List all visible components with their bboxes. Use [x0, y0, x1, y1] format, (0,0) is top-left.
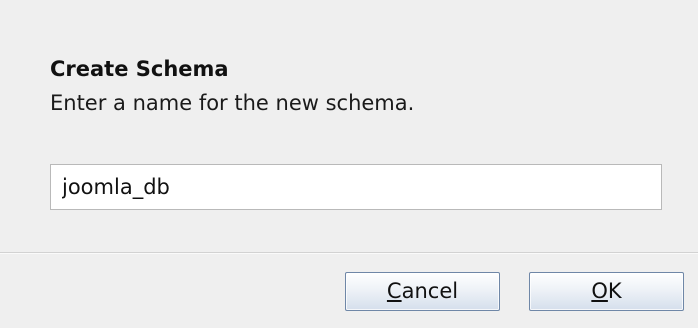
cancel-button[interactable]: Cancel: [345, 272, 500, 311]
cancel-label-rest: ancel: [401, 279, 459, 303]
ok-button[interactable]: OK: [529, 272, 684, 311]
schema-name-input[interactable]: [50, 164, 662, 210]
dialog-header: Create Schema Enter a name for the new s…: [0, 0, 698, 248]
ok-label-rest: K: [607, 279, 622, 303]
create-schema-dialog: Create Schema Enter a name for the new s…: [0, 0, 698, 328]
dialog-message: Enter a name for the new schema.: [50, 91, 415, 115]
ok-mnemonic: O: [591, 279, 608, 303]
dialog-separator-highlight: [0, 253, 698, 254]
cancel-mnemonic: C: [386, 279, 402, 303]
dialog-title: Create Schema: [50, 57, 229, 81]
